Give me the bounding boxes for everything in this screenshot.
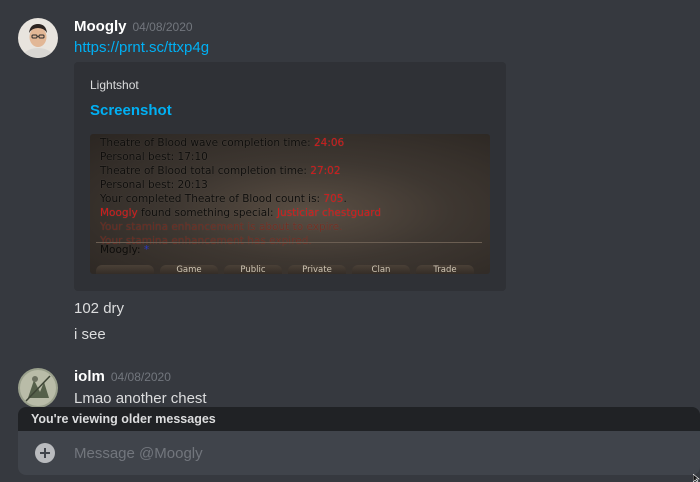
game-chat-text: Theatre of Blood total completion time: xyxy=(100,165,311,177)
game-chat-line: Your completed Theatre of Blood count is… xyxy=(100,192,480,206)
avatar-icon xyxy=(18,18,58,58)
username[interactable]: iolm xyxy=(74,368,105,385)
embed-title[interactable]: Screenshot xyxy=(90,102,172,119)
game-chat-value: 705 xyxy=(323,193,344,205)
message-header: Moogly 04/08/2020 xyxy=(74,18,193,38)
game-chat-line: Moogly found something special: Justicia… xyxy=(100,206,480,220)
message-text: Lmao another chest xyxy=(74,390,207,407)
game-chat-suffix: . xyxy=(343,193,347,205)
game-chat-tabs: Game Public Private Clan Trade xyxy=(90,265,490,274)
message-link[interactable]: https://prnt.sc/ttxp4g xyxy=(74,39,209,56)
game-chat-tab: Clan xyxy=(352,265,410,274)
game-chat-input-star: * xyxy=(143,244,150,256)
game-chat-tab xyxy=(96,265,154,274)
plus-circle-icon[interactable] xyxy=(35,443,55,463)
timestamp: 04/08/2020 xyxy=(110,370,171,384)
game-chat-line: Theatre of Blood total completion time: … xyxy=(100,164,480,178)
game-chat-line: Your stamina enhancement has expired. xyxy=(100,234,480,248)
avatar-icon xyxy=(18,368,58,408)
message-group-moogly: Moogly 04/08/2020 https://prnt.sc/ttxp4g… xyxy=(0,18,700,343)
game-chat-input: Moogly: * xyxy=(100,244,149,256)
game-chat-tab: Game xyxy=(160,265,218,274)
game-chat-input-prefix: Moogly: xyxy=(100,244,144,256)
game-chat-line: Theatre of Blood wave completion time: 2… xyxy=(100,136,480,150)
game-chat-tab: Public xyxy=(224,265,282,274)
message-header: iolm 04/08/2020 xyxy=(74,368,171,388)
older-messages-banner[interactable]: You're viewing older messages xyxy=(18,407,700,431)
game-chat-log: Theatre of Blood wave completion time: 2… xyxy=(100,136,480,248)
game-chat-text: Your stamina enhancement is about to exp… xyxy=(100,221,343,233)
message-text: 102 dry xyxy=(74,300,125,317)
game-chat-line: Personal best: 17:10 xyxy=(100,150,480,164)
game-chat-tab: Trade xyxy=(416,265,474,274)
link-embed: Lightshot Screenshot Theatre of Blood wa… xyxy=(74,62,506,291)
game-chat-divider xyxy=(96,242,482,243)
game-chat-text: Personal best: 20:13 xyxy=(100,179,208,191)
game-chat-text: found something special: xyxy=(137,207,277,219)
chat-area: Moogly 04/08/2020 https://prnt.sc/ttxp4g… xyxy=(0,0,700,482)
game-chat-player-name: Moogly xyxy=(100,207,138,219)
username[interactable]: Moogly xyxy=(74,18,127,35)
game-chat-line: Personal best: 20:13 xyxy=(100,178,480,192)
game-chat-text: Theatre of Blood wave completion time: xyxy=(100,137,314,149)
game-chat-text: Your completed Theatre of Blood count is… xyxy=(100,193,324,205)
game-chat-value: 27:02 xyxy=(310,165,341,177)
game-chat-line: Your stamina enhancement is about to exp… xyxy=(100,220,480,234)
message-text: i see xyxy=(74,326,106,343)
game-chat-value: Justiciar chestguard xyxy=(276,207,381,219)
game-chat-value: 24:06 xyxy=(313,137,345,149)
avatar[interactable] xyxy=(18,18,58,58)
message-input[interactable] xyxy=(74,431,684,475)
embed-provider: Lightshot xyxy=(90,78,139,92)
avatar[interactable] xyxy=(18,368,58,408)
game-chat-tab: Private xyxy=(288,265,346,274)
embed-image[interactable]: Theatre of Blood wave completion time: 2… xyxy=(90,134,490,274)
mouse-cursor-icon xyxy=(693,474,700,482)
timestamp: 04/08/2020 xyxy=(132,20,193,34)
game-chat-text: Personal best: 17:10 xyxy=(100,151,208,163)
message-composer xyxy=(18,431,700,475)
